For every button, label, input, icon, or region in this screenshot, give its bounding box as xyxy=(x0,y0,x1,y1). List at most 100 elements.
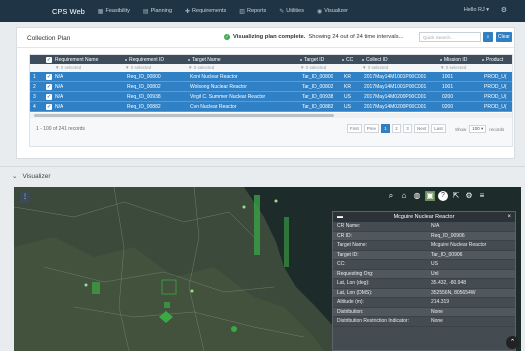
info-row: Distribution Restriction Indicator: None xyxy=(333,317,515,327)
cell-target-id: Tar_ID_00882 xyxy=(302,104,334,110)
table-row[interactable]: 1 ✓ N/A Req_ID_00800 Koni Nuclear Reacto… xyxy=(30,72,512,82)
filter-row: ▼ 0 selected ▼ 0 selected ▼ 0 selected ▼… xyxy=(30,64,512,72)
scroll-to-top-button[interactable]: ⌃ xyxy=(506,336,519,349)
col-header-cc[interactable]: CC xyxy=(342,57,353,63)
cell-target-name: Cvn Nuclear Reactor xyxy=(190,104,237,110)
search-icon[interactable]: ⌕ xyxy=(386,191,396,201)
info-key: Target Name: xyxy=(337,242,368,248)
info-row: Target Name: Mcguire Nuclear Reactor xyxy=(333,241,515,251)
cell-product: PROD_U( xyxy=(484,84,507,90)
filter-req-id[interactable]: ▼ 0 selected xyxy=(125,65,151,70)
cell-mission-id: 1001 xyxy=(442,74,454,80)
map-view[interactable]: ⋮ ⌕ ⌂ ◍ ▣ ? ⇱ ⚙ ≡ ▬ Mcguire Nuclear Reac… xyxy=(14,187,521,351)
camera-icon[interactable]: ▬ xyxy=(337,212,343,222)
cell-target-name: Virgil C. Summer Nuclear Reactor xyxy=(190,94,266,100)
stack-icon[interactable]: ≡ xyxy=(477,191,487,201)
filter-mission-id[interactable]: ▼ 0 selected xyxy=(440,65,466,70)
wrench-icon: ✎ xyxy=(279,8,285,15)
info-key: Requesting Org: xyxy=(337,270,374,277)
info-value: Tar_ID_00906 xyxy=(431,251,463,258)
close-icon[interactable]: × xyxy=(507,212,511,222)
col-header-mission-id[interactable]: Mission ID xyxy=(440,57,467,63)
status-message: ✓ Visualizing plan complete. Showing 24 … xyxy=(224,34,403,40)
user-menu[interactable]: Hello RJ ▾ xyxy=(464,7,489,13)
info-key: Lat, Lon (deg): xyxy=(337,280,370,286)
clear-button[interactable]: Clear xyxy=(496,32,512,42)
filter-target-name[interactable]: ▼ 0 selected xyxy=(188,65,214,70)
collection-table: ✓ Requirement Name Requirement ID Target… xyxy=(29,54,513,147)
nav-item-requirements[interactable]: ✚ Requirements xyxy=(185,8,226,15)
chevron-down-icon: ⌄ xyxy=(12,173,18,180)
col-header-collect-id[interactable]: Collect ID xyxy=(362,57,388,63)
row-checkbox[interactable]: ✓ xyxy=(46,84,52,90)
cell-target-id: Tar_ID_00800 xyxy=(302,74,334,80)
info-value: None xyxy=(431,308,443,315)
col-header-target-id[interactable]: Target ID xyxy=(300,57,324,63)
pagination: First Prev 1 2 3 Next Last xyxy=(347,124,446,133)
row-index: 2 xyxy=(33,84,36,90)
target-info-box: ▬ Mcguire Nuclear Reactor × CR Name: N/A … xyxy=(332,211,516,351)
nav-label: Visualizer xyxy=(324,8,348,14)
select-all-checkbox[interactable]: ✓ xyxy=(46,56,52,63)
row-checkbox[interactable]: ✓ xyxy=(46,74,52,80)
gear-icon[interactable]: ⚙ xyxy=(501,6,507,14)
app-brand[interactable]: CPS Web xyxy=(52,7,85,16)
info-row: Lat, Lon (deg): 35.432, -80.948 xyxy=(333,279,515,289)
quick-search-input[interactable]: Quick Search... xyxy=(419,32,481,42)
sort-dot-icon xyxy=(300,59,302,61)
filter-req-name[interactable]: ▼ 0 selected xyxy=(55,65,81,70)
plus-icon: ✚ xyxy=(185,8,191,15)
row-index: 4 xyxy=(33,104,36,110)
target-footprint xyxy=(164,302,170,308)
nav-item-utilities[interactable]: ✎ Utilities xyxy=(279,8,304,15)
nav-item-feasibility[interactable]: ▦ Feasibility xyxy=(98,8,130,15)
map-layers-button[interactable]: ⋮ xyxy=(20,191,30,203)
scrollbar-thumb[interactable] xyxy=(34,114,334,117)
external-link-icon[interactable]: ⇱ xyxy=(451,191,461,201)
page-prev[interactable]: Prev xyxy=(363,124,380,133)
cell-target-id: Tar_ID_00938 xyxy=(302,94,334,100)
info-row: CR ID: Req_ID_00906 xyxy=(333,231,515,241)
filter-target-id[interactable]: ▼ 0 selected xyxy=(300,65,326,70)
page-next[interactable]: Next xyxy=(414,124,430,133)
page-first[interactable]: First xyxy=(347,124,362,133)
table-row[interactable]: 2 ✓ N/A Req_ID_00802 Wolsong Nuclear Rea… xyxy=(30,82,512,92)
col-header-target-name[interactable]: Target Name xyxy=(188,57,221,63)
nav-label: Planning xyxy=(150,8,173,14)
info-value: 35.432, -80.948 xyxy=(431,280,467,286)
filter-collect-id[interactable]: ▼ 0 selected xyxy=(362,65,388,70)
page-3[interactable]: 3 xyxy=(403,124,413,133)
panel-title: Collection Plan xyxy=(27,35,71,42)
target-marker xyxy=(274,199,278,203)
page-1[interactable]: 1 xyxy=(381,124,391,133)
table-row[interactable]: 3 ✓ N/A Req_ID_00938 Virgil C. Summer Nu… xyxy=(30,92,512,102)
gear-icon[interactable]: ⚙ xyxy=(464,191,474,201)
nav-item-reports[interactable]: ▥ Reports xyxy=(239,8,266,15)
row-checkbox[interactable]: ✓ xyxy=(46,104,52,110)
col-header-req-id[interactable]: Requirement ID xyxy=(125,57,164,63)
page-2[interactable]: 2 xyxy=(392,124,402,133)
globe-icon[interactable]: ◍ xyxy=(412,191,422,201)
table-row[interactable]: 4 ✓ N/A Req_ID_00882 Cvn Nuclear Reactor… xyxy=(30,102,512,112)
info-key: Distribution: xyxy=(337,308,364,315)
info-value: Unl xyxy=(431,270,439,277)
col-header-product[interactable]: Product xyxy=(482,57,503,63)
visualizer-toggle[interactable]: ⌄ Visualizer xyxy=(12,172,51,181)
page-last[interactable]: Last xyxy=(431,124,446,133)
document-icon: ▥ xyxy=(239,8,245,15)
target-marker xyxy=(242,205,246,209)
nav-item-visualizer[interactable]: ◉ Visualizer xyxy=(317,8,348,15)
col-header-req-name[interactable]: Requirement Name xyxy=(55,57,98,63)
per-page-control: Show 100 ▾ records xyxy=(455,125,504,133)
nav-item-planning[interactable]: ▤ Planning xyxy=(143,8,172,15)
help-icon[interactable]: ? xyxy=(438,191,448,201)
info-key: CR Name: xyxy=(337,223,361,229)
cell-req-name: N/A xyxy=(55,84,64,90)
building-icon[interactable]: ⌂ xyxy=(399,191,409,201)
cell-cc: US xyxy=(344,94,351,100)
per-page-select[interactable]: 100 ▾ xyxy=(469,125,487,133)
basemap-icon[interactable]: ▣ xyxy=(425,191,435,201)
row-checkbox[interactable]: ✓ xyxy=(46,94,52,100)
cell-req-name: N/A xyxy=(55,104,64,110)
search-button[interactable]: ⌕ xyxy=(483,32,493,42)
